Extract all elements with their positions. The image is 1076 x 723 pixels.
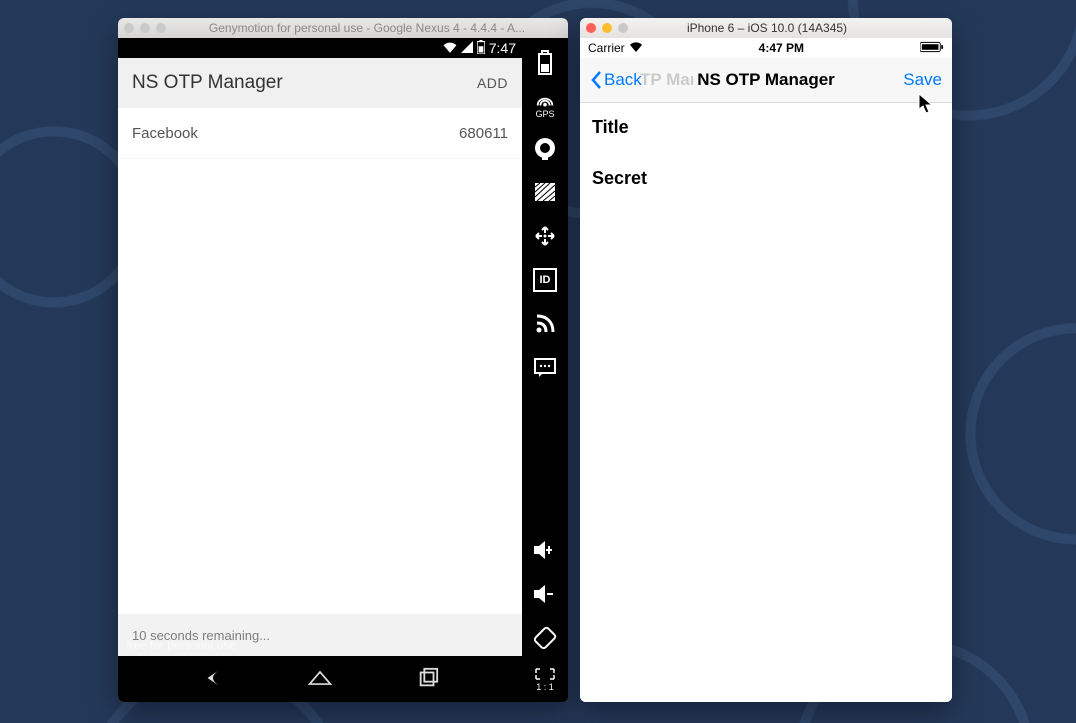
status-time: 4:47 PM	[643, 41, 920, 55]
camera-widget-icon[interactable]	[530, 133, 560, 163]
android-app-bar: NS OTP Manager ADD	[118, 58, 522, 108]
ios-window-titlebar[interactable]: iPhone 6 – iOS 10.0 (14A345)	[580, 18, 952, 38]
battery-icon	[920, 41, 944, 56]
id-label: ID	[540, 275, 551, 286]
ios-status-bar: Carrier 4:47 PM	[580, 38, 952, 58]
android-window-title: Genymotion for personal use - Google Nex…	[172, 21, 562, 35]
save-button[interactable]: Save	[903, 70, 942, 90]
recents-icon[interactable]	[417, 667, 439, 692]
countdown-text: 10 seconds remaining...	[132, 628, 270, 643]
list-item[interactable]: Facebook 680611	[118, 108, 522, 159]
ratio-label: 1 : 1	[534, 683, 556, 692]
volume-up-icon[interactable]	[530, 535, 560, 565]
wifi-icon	[443, 41, 457, 56]
window-close-icon[interactable]	[586, 23, 596, 33]
sms-widget-icon[interactable]	[530, 353, 560, 383]
ios-form: Title Secret	[580, 103, 952, 702]
app-title: NS OTP Manager	[132, 72, 283, 94]
signal-icon	[461, 41, 473, 56]
pixel-ratio-widget-icon[interactable]: 1 : 1	[534, 667, 556, 692]
android-status-bar: 7:47	[118, 38, 522, 58]
gps-widget-icon[interactable]: GPS	[534, 92, 556, 119]
battery-widget-icon[interactable]	[530, 48, 560, 78]
gps-label: GPS	[534, 110, 556, 119]
wifi-icon	[629, 41, 643, 55]
identifier-widget-icon[interactable]: ID	[530, 265, 560, 295]
back-button[interactable]: Back	[590, 70, 642, 90]
ios-simulator-window: iPhone 6 – iOS 10.0 (14A345) Carrier 4:4…	[580, 18, 952, 702]
list-item-title: Facebook	[132, 125, 198, 142]
title-field-label[interactable]: Title	[592, 117, 940, 138]
window-minimize-icon[interactable]	[140, 23, 150, 33]
back-icon[interactable]	[202, 667, 224, 692]
secret-field-label[interactable]: Secret	[592, 168, 940, 189]
battery-icon	[477, 40, 485, 57]
list-item-code: 680611	[459, 125, 508, 142]
countdown-footer: 10 seconds remaining...	[118, 614, 522, 656]
ios-window-title: iPhone 6 – iOS 10.0 (14A345)	[634, 21, 900, 35]
window-zoom-icon[interactable]	[618, 23, 628, 33]
volume-down-icon[interactable]	[530, 579, 560, 609]
window-close-icon[interactable]	[124, 23, 134, 33]
remote-widget-icon[interactable]	[530, 221, 560, 251]
home-icon[interactable]	[307, 667, 333, 692]
add-button[interactable]: ADD	[477, 75, 508, 91]
window-minimize-icon[interactable]	[602, 23, 612, 33]
android-emulator-body: 7:47 NS OTP Manager ADD Facebook 680611 …	[118, 38, 568, 702]
android-nav-bar	[118, 656, 522, 702]
android-emulator-window: Genymotion for personal use - Google Nex…	[118, 18, 568, 702]
back-label: Back	[604, 70, 642, 90]
android-device-screen: 7:47 NS OTP Manager ADD Facebook 680611 …	[118, 38, 522, 702]
rotate-widget-icon[interactable]	[530, 623, 560, 653]
capture-widget-icon[interactable]	[530, 177, 560, 207]
network-widget-icon[interactable]	[530, 309, 560, 339]
window-zoom-icon[interactable]	[156, 23, 166, 33]
status-time: 7:47	[489, 40, 516, 56]
android-window-titlebar[interactable]: Genymotion for personal use - Google Nex…	[118, 18, 568, 38]
otp-list[interactable]: Facebook 680611	[118, 108, 522, 614]
ios-nav-bar: TP Man NS OTP Manager Back Save	[580, 58, 952, 103]
genymotion-sidebar: GPS ID	[522, 38, 568, 702]
carrier-label: Carrier	[588, 41, 625, 55]
